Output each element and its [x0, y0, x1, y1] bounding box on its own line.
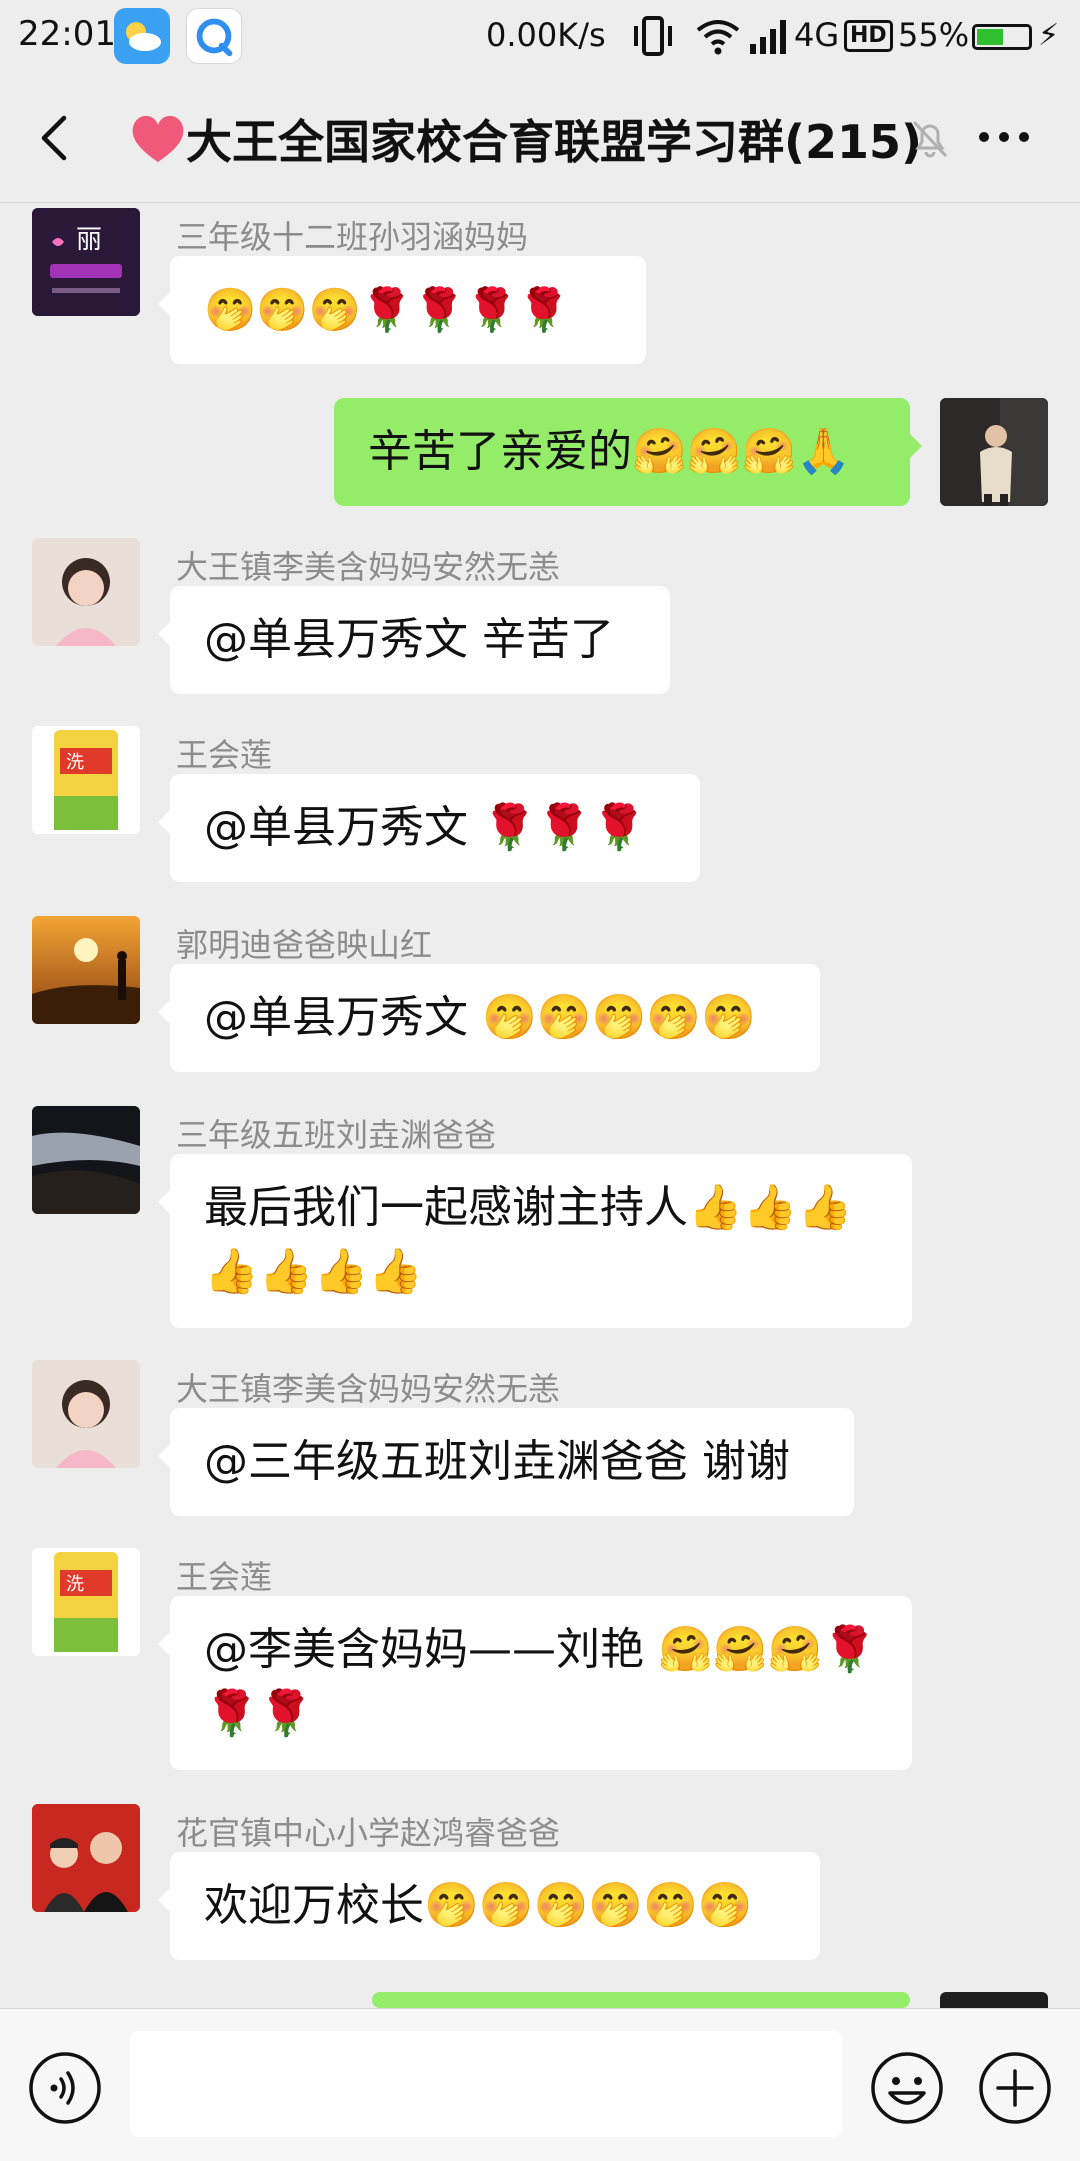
message-text: @三年级五班刘垚渊爸爸 谢谢 [204, 1436, 790, 1487]
more-icon[interactable] [976, 122, 1032, 152]
message-bubble[interactable]: @单县万秀文 🤭🤭🤭🤭🤭 [158, 964, 820, 1072]
avatar[interactable]: 洗 [32, 1548, 140, 1656]
svg-text:洗: 洗 [66, 1574, 84, 1595]
weather-app-icon [114, 8, 170, 64]
message-text: 欢迎万校长🤭🤭🤭🤭🤭🤭 [204, 1880, 753, 1931]
my-message-bubble[interactable]: 辛苦了亲爱的🤗🤗🤗🙏 [334, 398, 922, 506]
message-text: @单县万秀文 🌹🌹🌹 [204, 802, 647, 853]
sender-name: 花官镇中心小学赵鸿睿爸爸 [176, 1814, 561, 1852]
input-bar [0, 2008, 1080, 2161]
voice-icon[interactable] [28, 2051, 102, 2125]
my-avatar[interactable] [940, 398, 1048, 506]
back-icon[interactable] [36, 114, 76, 162]
my-avatar[interactable] [940, 1992, 1048, 2008]
sender-name: 大王镇李美含妈妈安然无恙 [176, 1370, 561, 1408]
avatar[interactable]: 洗 [32, 726, 140, 834]
avatar[interactable]: 丽 [32, 208, 140, 316]
charging-icon: ⚡ [1038, 18, 1060, 53]
browser-app-icon [186, 8, 242, 64]
heart-icon [128, 112, 188, 166]
my-message-bubble[interactable] [372, 1992, 910, 2008]
message-input[interactable] [130, 2031, 842, 2137]
status-bar: 22:01 0.00K/s 4G HD 55% ⚡ [0, 0, 1080, 72]
sender-name: 三年级十二班孙羽涵妈妈 [176, 218, 529, 256]
message-bubble[interactable]: @单县万秀文 🌹🌹🌹 [158, 774, 700, 882]
avatar[interactable] [32, 538, 140, 646]
chat-header: 大王全国家校合育联盟学习群(215) [0, 72, 1080, 203]
sender-name: 王会莲 [176, 1558, 273, 1596]
avatar[interactable] [32, 916, 140, 1024]
message-bubble[interactable]: @单县万秀文 辛苦了 [158, 586, 670, 694]
battery-level [977, 29, 1003, 45]
emoji-icon[interactable] [870, 2051, 944, 2125]
message-text: @单县万秀文 辛苦了 [204, 614, 614, 665]
message-bubble[interactable]: @李美含妈妈——刘艳 🤗🤗🤗🌹🌹🌹 [158, 1596, 912, 1770]
message-text: 辛苦了亲爱的🤗🤗🤗🙏 [368, 426, 852, 477]
message-bubble[interactable]: 最后我们一起感谢主持人👍👍👍👍👍👍👍 [158, 1154, 912, 1328]
message-bubble[interactable]: @三年级五班刘垚渊爸爸 谢谢 [158, 1408, 854, 1516]
signal-icon [748, 14, 792, 58]
battery-icon [972, 24, 1032, 50]
network-type: 4G [794, 16, 840, 54]
hd-badge: HD [844, 20, 893, 52]
mute-icon [910, 118, 950, 160]
status-time: 22:01 [18, 14, 116, 54]
net-speed: 0.00K/s [486, 16, 606, 54]
message-text: @李美含妈妈——刘艳 🤗🤗🤗🌹🌹🌹 [204, 1624, 878, 1739]
sender-name: 三年级五班刘垚渊爸爸 [176, 1116, 497, 1154]
svg-text:洗: 洗 [66, 752, 84, 773]
message-bubble[interactable]: 欢迎万校长🤭🤭🤭🤭🤭🤭 [158, 1852, 820, 1960]
sender-name: 郭明迪爸爸映山红 [176, 926, 433, 964]
message-text: 最后我们一起感谢主持人👍👍👍👍👍👍👍 [204, 1182, 853, 1297]
wifi-icon [694, 14, 742, 58]
message-bubble[interactable]: 🤭🤭🤭🌹🌹🌹🌹 [158, 256, 646, 364]
battery-percent: 55% [898, 16, 970, 54]
message-text: 🤭🤭🤭🌹🌹🌹🌹 [204, 285, 571, 334]
sender-name: 大王镇李美含妈妈安然无恙 [176, 548, 561, 586]
avatar[interactable] [32, 1360, 140, 1468]
chat-title: 大王全国家校合育联盟学习群(215) [186, 115, 923, 169]
avatar[interactable] [32, 1804, 140, 1912]
sender-name: 王会莲 [176, 736, 273, 774]
svg-text:丽: 丽 [76, 225, 102, 255]
plus-icon[interactable] [978, 2051, 1052, 2125]
message-text: @单县万秀文 🤭🤭🤭🤭🤭 [204, 992, 756, 1043]
avatar[interactable] [32, 1106, 140, 1214]
vibrate-icon [630, 14, 676, 58]
